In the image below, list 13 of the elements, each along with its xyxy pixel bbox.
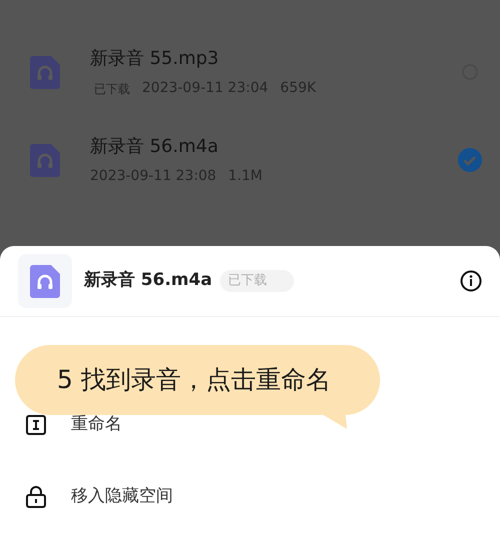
text-cursor-icon	[25, 414, 47, 436]
audio-file-icon	[30, 144, 60, 176]
file-name: 新录音 56.m4a	[90, 135, 220, 159]
checked-icon[interactable]	[458, 148, 482, 172]
callout-text: 5 找到录音，点击重命名	[57, 364, 331, 396]
audio-file-icon	[30, 56, 60, 88]
lock-icon	[25, 485, 47, 509]
downloaded-badge: 已下载	[220, 270, 294, 292]
audio-file-icon	[30, 264, 60, 298]
menu-item[interactable]: 移入隐藏空间	[0, 461, 500, 533]
info-icon[interactable]	[460, 270, 482, 292]
sheet-file-name: 新录音 56.m4a	[84, 269, 212, 292]
file-name: 新录音 55.mp3	[90, 47, 220, 71]
